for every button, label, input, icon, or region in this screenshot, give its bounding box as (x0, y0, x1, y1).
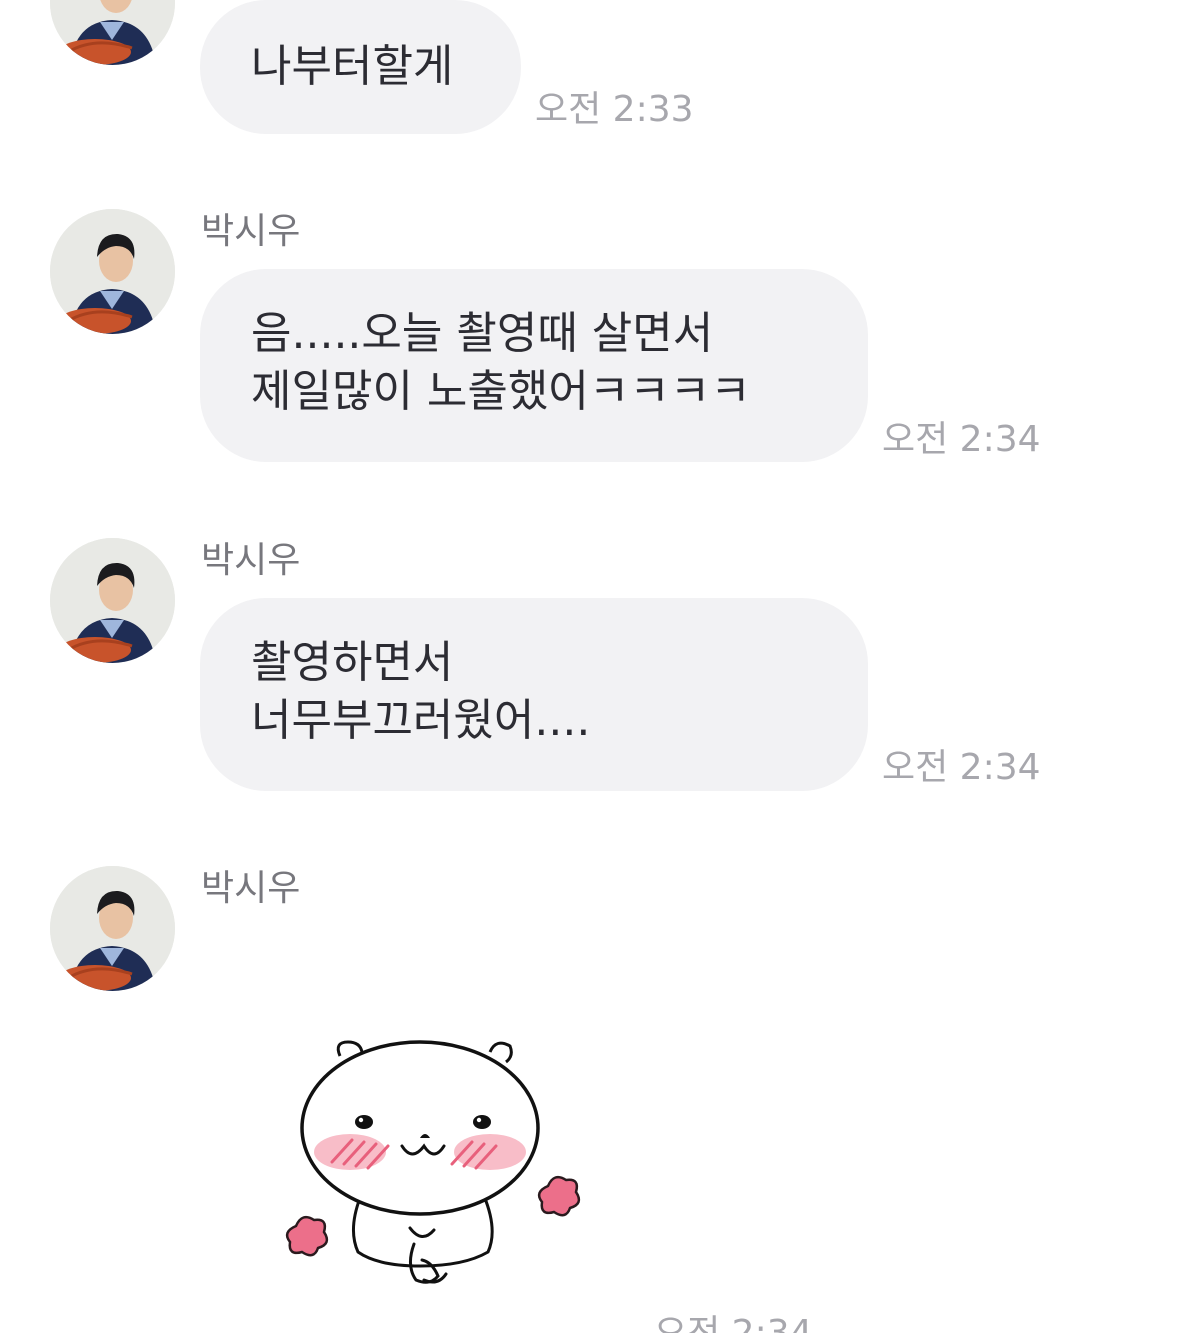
profile-photo-icon (50, 209, 175, 334)
avatar[interactable] (50, 538, 175, 663)
avatar[interactable] (50, 866, 175, 991)
blushing-bear-sticker[interactable] (262, 1030, 602, 1300)
profile-photo-icon (50, 866, 175, 991)
avatar[interactable] (50, 209, 175, 334)
profile-photo-icon (50, 0, 175, 65)
sender-name: 박시우 (201, 211, 301, 252)
message-time: 오전 2:34 (882, 419, 1041, 460)
avatar[interactable] (50, 0, 175, 65)
profile-photo-icon (50, 538, 175, 663)
message-bubble[interactable]: 나부터할게 (200, 0, 521, 134)
bear-sticker-icon (285, 1040, 581, 1284)
message-text: 나부터할게 (251, 41, 454, 92)
message-text-line: 제일많이 노출했어ㅋㅋㅋㅋ (251, 366, 751, 417)
message-time: 오전 2:34 (882, 747, 1041, 788)
message-time: 오전 2:34 (654, 1314, 813, 1333)
message-bubble[interactable]: 촬영하면서 너무부끄러웠어.... (200, 598, 868, 791)
message-bubble[interactable]: 음.....오늘 촬영때 살면서 제일많이 노출했어ㅋㅋㅋㅋ (200, 269, 868, 462)
message-text-line: 촬영하면서 (251, 637, 454, 688)
message-text-line: 너무부끄러웠어.... (251, 695, 591, 746)
chat-window: 나부터할게 오전 2:33 박시우 음.....오늘 촬영때 살면서 제일많이 … (0, 0, 1200, 1333)
message-time: 오전 2:33 (535, 89, 694, 130)
sender-name: 박시우 (201, 868, 301, 909)
sender-name: 박시우 (201, 540, 301, 581)
message-text-line: 음.....오늘 촬영때 살면서 (251, 308, 714, 359)
